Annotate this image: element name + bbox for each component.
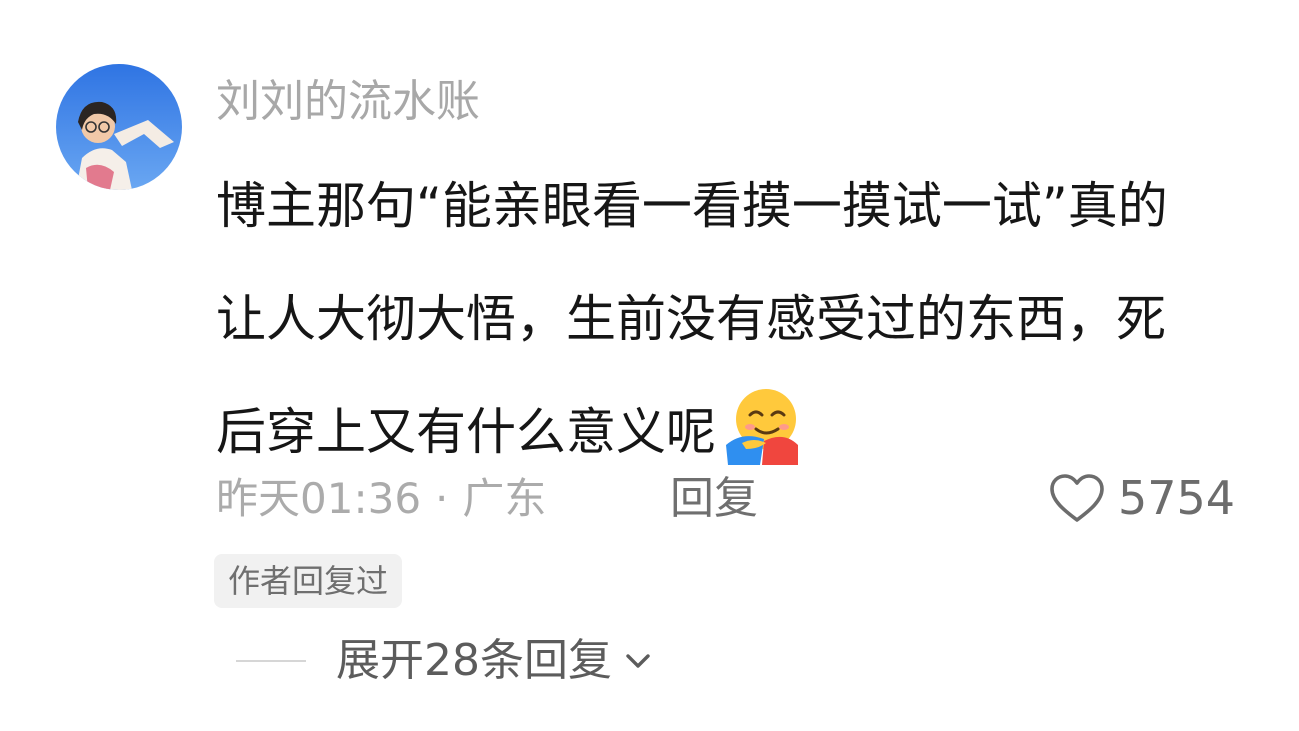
avatar[interactable] <box>56 64 182 190</box>
expand-replies-button[interactable]: 展开28条回复 <box>336 630 654 692</box>
comment-text-line-1: 博主那句“能亲眼看一看摸一摸试一试”真的 <box>216 177 1168 235</box>
hugging-face-emoji <box>726 389 798 465</box>
comment-text-line-2: 让人大彻大悟，生前没有感受过的东西，死 <box>216 290 1166 348</box>
meta-separator: · <box>435 474 449 523</box>
comment-time: 昨天01:36 <box>216 474 422 523</box>
expand-replies-label: 展开28条回复 <box>336 635 612 686</box>
comment-text: 博主那句“能亲眼看一看摸一摸试一试”真的 让人大彻大悟，生前没有感受过的东西，死… <box>216 150 1299 489</box>
comment-item: 刘刘的流水账 博主那句“能亲眼看一看摸一摸试一试”真的 让人大彻大悟，生前没有感… <box>0 0 1299 731</box>
comment-meta: 昨天01:36 · 广东 <box>216 468 546 530</box>
reply-button[interactable]: 回复 <box>670 468 758 530</box>
like-count: 5754 <box>1118 471 1236 525</box>
expand-divider <box>236 660 306 662</box>
username[interactable]: 刘刘的流水账 <box>216 72 480 132</box>
comment-location: 广东 <box>462 474 547 523</box>
heart-outline-icon <box>1050 474 1104 522</box>
chevron-down-icon <box>626 654 650 668</box>
comment-text-line-3-text: 后穿上又有什么意义呢 <box>216 403 716 461</box>
like-button[interactable]: 5754 <box>1048 466 1235 530</box>
avatar-image <box>56 64 182 190</box>
author-replied-badge: 作者回复过 <box>214 554 403 608</box>
